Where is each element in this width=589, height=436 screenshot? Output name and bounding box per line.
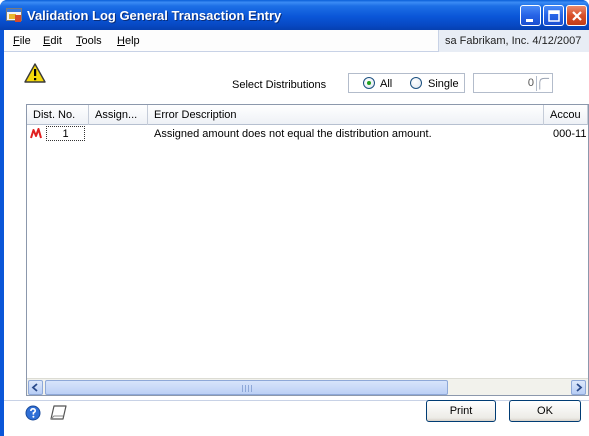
column-dist-no[interactable]: Dist. No. [27,105,89,125]
menu-help[interactable]: Help [117,35,140,47]
error-marker-icon [30,128,42,139]
column-error-description[interactable]: Error Description [148,105,544,125]
menu-help-label: elp [124,35,140,47]
validation-log-grid: Dist. No. Assign... Error Description Ac… [26,104,589,396]
column-assigned[interactable]: Assign... [89,105,148,125]
menu-edit[interactable]: Edit [43,35,62,47]
ok-button[interactable]: OK [509,400,581,422]
select-distributions-label: Select Distributions [232,79,327,91]
app-window-icon [6,8,22,22]
arrow-left-icon [31,383,38,392]
close-icon [572,11,582,21]
minimize-icon [526,19,533,22]
close-button[interactable] [566,5,587,26]
title-bar[interactable]: Validation Log General Transaction Entry [0,0,589,30]
scroll-right-button[interactable] [571,380,586,395]
warning-icon [24,63,46,83]
scrollbar-grip [242,385,252,392]
maximize-icon [548,10,560,22]
window: Validation Log General Transaction Entry… [0,0,589,436]
radio-all[interactable] [363,77,375,89]
lookup-icon[interactable] [536,76,550,91]
cell-dist-no[interactable]: 1 [46,126,85,141]
menu-bar: File Edit Tools Help sa Fabrikam, Inc. 4… [4,30,589,52]
radio-single[interactable] [410,77,422,89]
menu-file-accel: F [13,35,20,47]
distribution-radio-group: All Single [348,73,465,93]
menu-help-accel: H [117,35,125,47]
footer-divider [4,400,589,401]
maximize-button[interactable] [543,5,564,26]
scrollbar-thumb[interactable] [45,380,448,395]
arrow-right-icon [576,383,583,392]
help-icon[interactable] [25,405,41,421]
menu-tools-label: ools [81,35,102,47]
window-title: Validation Log General Transaction Entry [27,8,282,23]
window-client-area: File Edit Tools Help sa Fabrikam, Inc. 4… [4,30,589,436]
grid-header: Dist. No. Assign... Error Description Ac… [27,105,588,125]
menu-tools[interactable]: Tools [76,35,102,47]
user-company-date-text: sa Fabrikam, Inc. 4/12/2007 [445,35,582,47]
radio-single-label[interactable]: Single [428,78,459,90]
user-company-date-status: sa Fabrikam, Inc. 4/12/2007 [438,30,589,52]
menu-edit-label: dit [50,35,62,47]
menu-file-label: ile [19,35,31,47]
cell-error-description[interactable]: Assigned amount does not equal the distr… [154,128,540,140]
column-account[interactable]: Accou [544,105,588,125]
print-button[interactable]: Print [426,400,496,422]
single-distribution-field[interactable]: 0 [473,73,553,93]
cell-account[interactable]: 000-11 [553,128,588,140]
table-row[interactable]: 1 Assigned amount does not equal the dis… [27,126,588,142]
scroll-left-button[interactable] [28,380,43,395]
minimize-button[interactable] [520,5,541,26]
horizontal-scrollbar[interactable] [27,378,588,395]
single-distribution-value: 0 [527,77,534,89]
menu-file[interactable]: File [13,35,31,47]
radio-all-label[interactable]: All [380,78,392,90]
note-icon[interactable] [50,404,68,421]
